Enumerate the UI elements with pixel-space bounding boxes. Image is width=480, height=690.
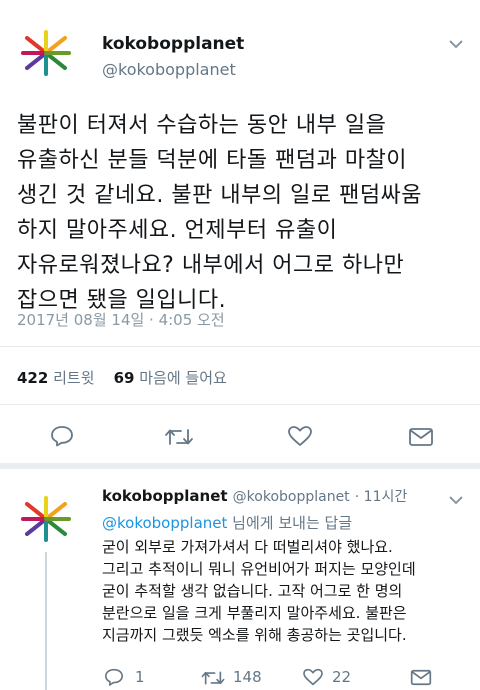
author-name[interactable]: kokobopplanet <box>102 34 244 54</box>
heart-icon[interactable] <box>287 425 313 447</box>
direct-message-icon[interactable] <box>410 669 432 686</box>
reply-author-handle[interactable]: @kokobopplanet <box>233 489 350 505</box>
retweet-icon[interactable] <box>164 426 194 448</box>
reply-count: 1 <box>135 668 145 686</box>
divider <box>0 404 480 405</box>
chevron-down-icon[interactable] <box>448 34 464 53</box>
reply-icon[interactable] <box>50 425 74 447</box>
reply-text: 굳이 외부로 가져가셔서 다 떠벌리셔야 했나요. 그리고 추적이니 뭐니 유언… <box>102 538 416 644</box>
avatar[interactable] <box>17 24 75 82</box>
reply-time[interactable]: · 11시간 <box>355 489 407 505</box>
like-count: 22 <box>332 668 352 686</box>
engagement-stats: 422 리트윗 69 마음에 들어요 <box>17 367 227 388</box>
planet-logo-icon <box>21 496 71 542</box>
retweet-count[interactable]: 422 <box>17 369 48 387</box>
mention-link[interactable]: @kokobopplanet <box>102 514 227 532</box>
heart-icon[interactable] <box>302 668 324 686</box>
tweet-timestamp: 2017년 08월 14일 · 4:05 오전 <box>17 311 225 329</box>
reply-avatar[interactable] <box>17 490 75 548</box>
reply-author-name[interactable]: kokobopplanet <box>102 487 228 505</box>
chevron-down-icon[interactable] <box>448 490 464 509</box>
replying-to: @kokobopplanet 님에게 보내는 답글 <box>102 512 352 533</box>
like-count[interactable]: 69 <box>114 369 135 387</box>
tweet-text: 불판이 터져서 수습하는 동안 내부 일을 유출하신 분들 덕분에 타돌 팬덤과… <box>17 113 423 313</box>
retweet-label[interactable]: 리트윗 <box>53 369 94 387</box>
direct-message-icon[interactable] <box>408 427 434 447</box>
divider <box>0 346 480 347</box>
planet-logo-icon <box>21 30 71 76</box>
author-handle[interactable]: @kokobopplanet <box>102 60 236 79</box>
retweet-count: 148 <box>233 668 262 686</box>
thread-line <box>45 552 47 690</box>
section-divider <box>0 463 480 469</box>
like-label[interactable]: 마음에 들어요 <box>139 369 227 387</box>
reply-icon[interactable] <box>104 668 124 686</box>
reply-header: kokobopplanet @kokobopplanet · 11시간 <box>102 486 407 506</box>
replying-to-label: 님에게 보내는 답글 <box>232 514 353 532</box>
retweet-icon[interactable] <box>200 669 226 687</box>
